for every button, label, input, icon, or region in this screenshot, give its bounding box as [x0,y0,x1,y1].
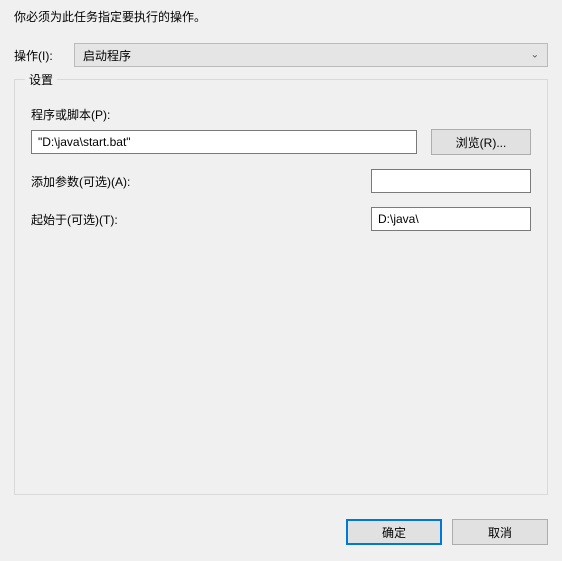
action-label: 操作(I): [14,47,64,64]
script-field: 程序或脚本(P): 浏览(R)... [31,106,531,155]
script-input[interactable] [31,130,417,154]
cancel-button[interactable]: 取消 [452,519,548,545]
action-selected-value: 启动程序 [83,47,131,64]
args-row: 添加参数(可选)(A): [31,169,531,193]
args-input[interactable] [371,169,531,193]
settings-legend: 设置 [25,71,57,88]
startin-label: 起始于(可选)(T): [31,211,371,228]
action-row: 操作(I): 启动程序 ⌄ [0,39,562,79]
ok-button[interactable]: 确定 [346,519,442,545]
settings-group: 设置 程序或脚本(P): 浏览(R)... 添加参数(可选)(A): 起始于(可… [14,79,548,495]
script-label: 程序或脚本(P): [31,106,531,123]
dialog-footer: 确定 取消 [0,509,562,561]
args-label: 添加参数(可选)(A): [31,173,371,190]
instruction-text: 你必须为此任务指定要执行的操作。 [0,0,562,39]
startin-input[interactable] [371,207,531,231]
browse-button[interactable]: 浏览(R)... [431,129,531,155]
chevron-down-icon: ⌄ [531,50,539,61]
action-dropdown[interactable]: 启动程序 ⌄ [74,43,548,67]
create-action-dialog: 你必须为此任务指定要执行的操作。 操作(I): 启动程序 ⌄ 设置 程序或脚本(… [0,0,562,561]
script-row: 浏览(R)... [31,129,531,155]
startin-row: 起始于(可选)(T): [31,207,531,231]
